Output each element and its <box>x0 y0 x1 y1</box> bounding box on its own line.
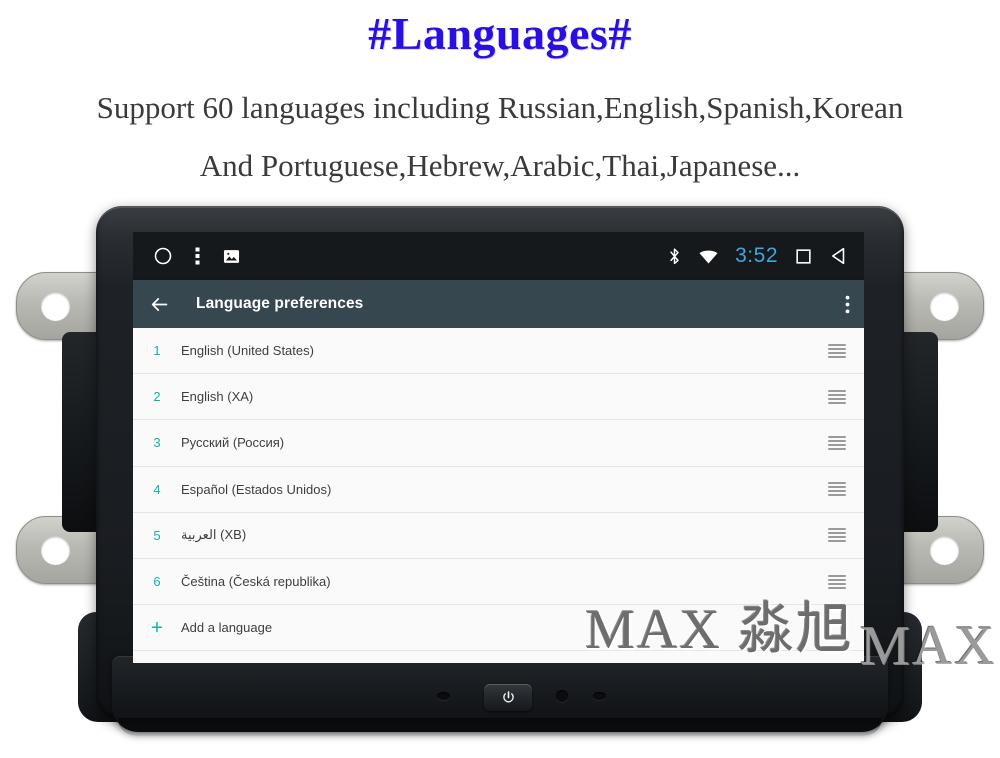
recents-square-icon[interactable] <box>794 247 813 266</box>
language-list: 1 English (United States) 2 English (XA)… <box>133 328 864 663</box>
power-button[interactable] <box>484 684 532 711</box>
promo-subtitle-line-2: And Portuguese,Hebrew,Arabic,Thai,Japane… <box>199 148 801 183</box>
table-row[interactable]: 1 English (United States) <box>133 328 864 375</box>
table-row[interactable]: 4 Español (Estados Unidos) <box>133 466 864 513</box>
power-icon <box>502 691 514 703</box>
language-rank: 3 <box>153 435 161 451</box>
language-rank: 1 <box>153 343 161 359</box>
device-bottom-shadow <box>118 718 882 736</box>
language-label: English (XA) <box>181 389 254 405</box>
promo-header: #Languages# Support 60 languages includi… <box>0 0 1000 195</box>
overflow-menu-icon[interactable] <box>195 246 200 266</box>
language-label: English (United States) <box>181 343 314 359</box>
plus-icon: + <box>151 616 163 639</box>
drag-handle-icon[interactable] <box>828 389 846 404</box>
drag-handle-icon[interactable] <box>828 482 846 497</box>
add-language-row[interactable]: + Add a language <box>133 605 864 652</box>
status-bar-left-icons <box>153 246 241 266</box>
home-circle-icon[interactable] <box>153 246 173 266</box>
drag-handle-icon[interactable] <box>828 574 846 589</box>
microphone-hole <box>437 692 450 700</box>
ir-sensor <box>556 690 568 702</box>
language-label: Español (Estados Unidos) <box>181 481 332 497</box>
bracket-hole-icon <box>930 536 959 565</box>
table-row[interactable]: 2 English (XA) <box>133 374 864 421</box>
car-head-unit: 3:52 Language preferences 1 English (Uni… <box>0 192 1000 758</box>
bluetooth-icon[interactable] <box>667 247 682 266</box>
app-bar-title: Language preferences <box>196 295 364 312</box>
device-screen: 3:52 Language preferences 1 English (Uni… <box>133 232 864 663</box>
promo-subtitle-line-1: Support 60 languages including Russian,E… <box>96 90 904 125</box>
bracket-hole-icon <box>41 536 70 565</box>
language-label: العربية (XB) <box>181 527 247 543</box>
back-triangle-icon[interactable] <box>829 246 848 266</box>
table-row[interactable]: 5 العربية (XB) <box>133 512 864 559</box>
status-bar-clock: 3:52 <box>735 244 778 267</box>
language-label: Čeština (Česká republika) <box>181 574 331 590</box>
overflow-menu-icon[interactable] <box>845 295 850 314</box>
app-bar: Language preferences <box>133 280 864 328</box>
language-rank: 6 <box>153 574 161 590</box>
table-row[interactable]: 3 Русский (Россия) <box>133 420 864 467</box>
bracket-hole-icon <box>41 292 70 321</box>
back-arrow-icon[interactable] <box>149 294 170 315</box>
android-status-bar: 3:52 <box>133 232 864 280</box>
drag-handle-icon[interactable] <box>828 528 846 543</box>
language-rank: 4 <box>153 481 161 497</box>
drag-handle-icon[interactable] <box>828 435 846 450</box>
wifi-icon[interactable] <box>698 248 719 265</box>
language-label: Русский (Россия) <box>181 435 285 451</box>
screenshot-image-icon[interactable] <box>222 247 241 266</box>
reset-hole <box>593 692 606 700</box>
status-bar-right-icons: 3:52 <box>667 244 848 268</box>
page-title: #Languages# <box>368 8 632 59</box>
table-row[interactable]: 6 Čeština (Česká republika) <box>133 558 864 606</box>
language-rank: 2 <box>153 389 161 405</box>
drag-handle-icon[interactable] <box>828 343 846 358</box>
language-rank: 5 <box>153 527 161 543</box>
add-language-label: Add a language <box>181 620 273 636</box>
bracket-hole-icon <box>930 292 959 321</box>
